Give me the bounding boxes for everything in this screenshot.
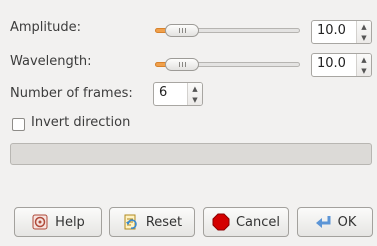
wavelength-label: Wavelength: [10,54,92,69]
cancel-button[interactable]: Cancel [203,207,289,237]
help-button-label: Help [55,214,85,230]
help-button[interactable]: Help [14,207,102,237]
wavelength-down-icon[interactable]: ▼ [357,65,371,76]
amplitude-label: Amplitude: [10,20,81,35]
amplitude-slider[interactable] [155,24,300,37]
wavelength-spinbox[interactable]: 10.0 ▲ ▼ [311,53,372,77]
frames-spinbox[interactable]: 6 ▲ ▼ [153,82,203,106]
frames-up-icon[interactable]: ▲ [188,83,202,94]
cancel-button-label: Cancel [235,214,281,230]
amplitude-value[interactable]: 10.0 [312,21,356,43]
ok-icon [315,216,331,228]
help-icon [32,214,48,230]
invert-checkbox[interactable] [12,118,25,131]
wavelength-value[interactable]: 10.0 [312,54,356,76]
wavelength-slider-thumb[interactable] [165,58,199,71]
amplitude-spinbox[interactable]: 10.0 ▲ ▼ [311,20,372,44]
amplitude-slider-thumb[interactable] [165,24,199,37]
progress-bar [10,143,372,165]
ok-button[interactable]: OK [297,207,373,237]
amplitude-up-icon[interactable]: ▲ [357,21,371,32]
frames-label: Number of frames: [10,86,133,101]
wavelength-up-icon[interactable]: ▲ [357,54,371,65]
wavelength-slider[interactable] [155,58,300,71]
frames-down-icon[interactable]: ▼ [188,94,202,105]
reset-button-label: Reset [145,214,183,230]
cancel-icon [212,213,230,231]
ok-button-label: OK [337,214,357,230]
reset-icon [124,214,137,230]
invert-label[interactable]: Invert direction [31,115,130,130]
frames-value[interactable]: 6 [154,83,187,105]
amplitude-down-icon[interactable]: ▼ [357,32,371,43]
reset-button[interactable]: Reset [109,207,195,237]
